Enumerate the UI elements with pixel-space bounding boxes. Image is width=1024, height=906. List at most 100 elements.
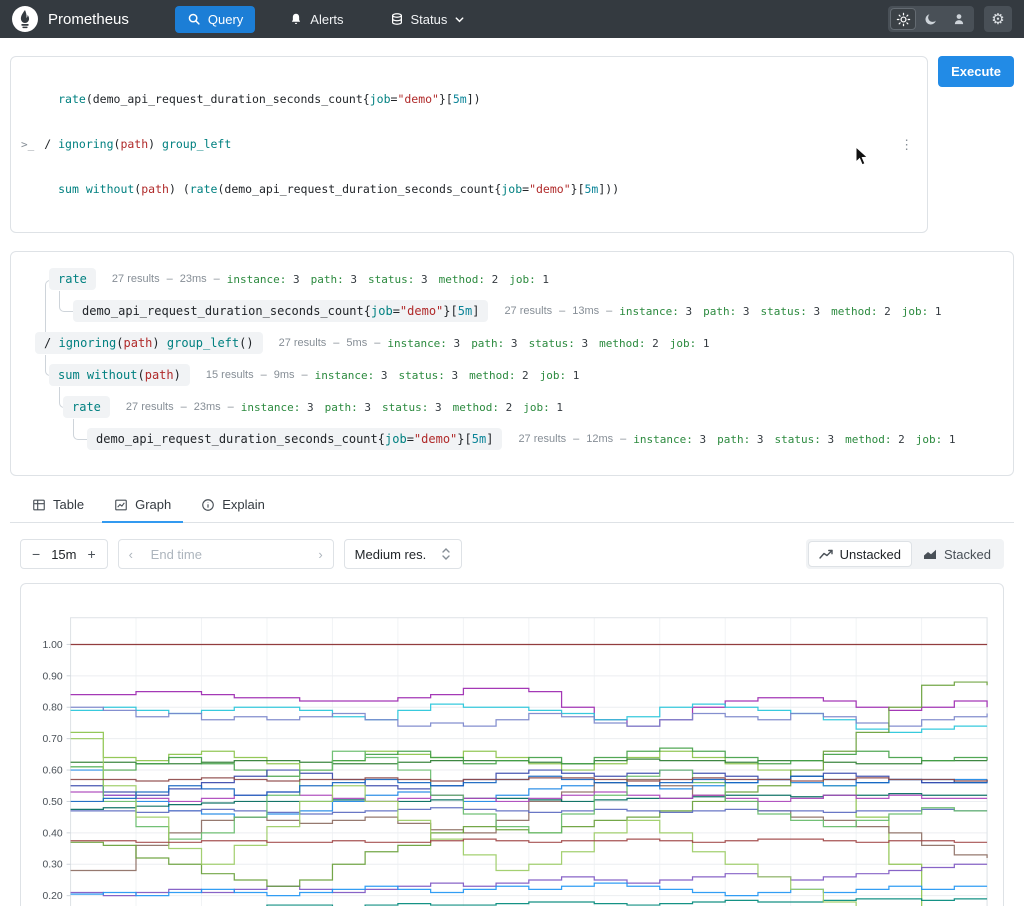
range-decrease-button[interactable]: −	[32, 546, 40, 562]
promql-expression[interactable]: rate(demo_api_request_duration_seconds_c…	[44, 62, 896, 227]
tree-node[interactable]: rate	[63, 396, 110, 418]
code-token: 5m	[452, 92, 467, 106]
label-name: method:	[845, 432, 892, 446]
tree-node[interactable]: / ignoring(path) group_left()	[35, 332, 263, 354]
code-token: {	[363, 304, 371, 318]
resolution-select[interactable]: Medium res.	[343, 539, 462, 569]
separator: –	[559, 305, 566, 317]
code-token: job	[369, 92, 391, 106]
code-token: demo_api_request_duration_seconds_count	[96, 432, 378, 446]
label-name: status:	[760, 304, 807, 318]
result-count: 27 results	[125, 401, 174, 413]
graph-icon	[114, 498, 128, 512]
database-icon	[390, 12, 404, 26]
separator: –	[573, 433, 580, 445]
code-token: {	[377, 432, 385, 446]
code-token: rate	[58, 92, 86, 106]
nav-item-status[interactable]: Status	[378, 6, 478, 33]
label-count: 3	[446, 336, 461, 350]
separator: –	[213, 273, 220, 285]
tree-node[interactable]: demo_api_request_duration_seconds_count{…	[87, 428, 503, 450]
stacked-button[interactable]: Stacked	[912, 541, 1002, 567]
user-icon	[952, 12, 966, 26]
info-icon	[201, 498, 215, 512]
label-cardinality: method: 2	[439, 273, 499, 286]
end-time-input[interactable]	[150, 546, 301, 562]
label-count: 1	[942, 432, 956, 446]
stacking-label: Unstacked	[839, 546, 902, 562]
code-token: path	[120, 137, 149, 151]
top-navbar: Prometheus Query Alerts Status ⚙	[0, 0, 1024, 38]
label-cardinality: instance: 3	[227, 273, 300, 286]
label-count: 3	[428, 400, 442, 414]
separator: –	[301, 369, 308, 381]
theme-light-button[interactable]	[890, 8, 916, 30]
range-increase-button[interactable]: +	[87, 546, 95, 562]
code-token: (	[116, 336, 124, 350]
code-token: 5m	[471, 432, 487, 446]
label-cardinality: method: 2	[469, 369, 529, 382]
tree-node-row: rate 27 results –23ms – instance: 3 path: 3st…	[49, 268, 999, 290]
code-token: path	[123, 336, 153, 350]
code-token: )	[246, 336, 254, 350]
label-count: 3	[444, 368, 459, 382]
label-cardinality: status: 3	[398, 369, 458, 382]
time-back-button[interactable]: ‹	[129, 547, 133, 562]
eval-time: 12ms	[586, 433, 614, 445]
theme-dark-button[interactable]	[918, 8, 944, 30]
label-name: job:	[915, 432, 943, 446]
code-token: 5m	[457, 304, 473, 318]
label-name: instance:	[226, 272, 287, 286]
label-name: instance:	[314, 368, 375, 382]
theme-auto-button[interactable]	[946, 8, 972, 30]
tab-explain[interactable]: Explain	[189, 488, 277, 523]
code-token: "demo"	[399, 304, 444, 318]
query-input[interactable]: >_ rate(demo_api_request_duration_second…	[10, 56, 929, 233]
label-name: job:	[509, 272, 536, 286]
tree-node[interactable]: demo_api_request_duration_seconds_count{…	[73, 300, 489, 322]
code-token: 5m	[584, 182, 599, 196]
gear-icon: ⚙	[991, 11, 1005, 28]
label-cardinality: path: 3	[471, 337, 517, 350]
label-cardinality: path: 3	[703, 305, 749, 318]
node-stats: 15 results –9ms – instance: 3 status: 3 metho…	[206, 369, 584, 382]
label-cardinality: method: 2	[845, 433, 905, 446]
label-count: 2	[891, 432, 905, 446]
nav-item-label: Query	[207, 11, 244, 27]
label-cardinality: job: 1	[540, 369, 580, 382]
execute-button[interactable]: Execute	[938, 56, 1014, 87]
settings-button[interactable]: ⚙	[984, 6, 1012, 32]
theme-toggle	[888, 6, 974, 32]
query-options-menu[interactable]: ⋮	[896, 137, 917, 153]
graph-canvas[interactable]: 1.000.900.800.700.600.500.400.300.200.10…	[29, 592, 995, 906]
tab-table[interactable]: Table	[20, 488, 96, 523]
query-tree-panel: rate 27 results –23ms – instance: 3 path: 3st…	[10, 251, 1014, 476]
tab-graph[interactable]: Graph	[102, 488, 184, 523]
code-token: demo_api_request_duration_seconds_count	[82, 304, 364, 318]
stacking-label: Stacked	[944, 546, 991, 562]
code-token: demo_api_request_duration_seconds_count	[92, 92, 363, 106]
brand[interactable]: Prometheus	[12, 6, 129, 32]
code-token: group_left	[166, 336, 240, 350]
label-cardinality: status: 3	[382, 401, 442, 414]
time-forward-button[interactable]: ›	[318, 547, 322, 562]
nav-item-alerts[interactable]: Alerts	[277, 6, 355, 33]
table-icon	[32, 498, 46, 512]
tree-node-row: sum without(path) 15 results –9ms – instance…	[49, 364, 999, 386]
code-token: group_left	[162, 137, 232, 151]
label-count: 1	[696, 336, 710, 350]
moon-icon	[924, 12, 938, 26]
nav-item-query[interactable]: Query	[174, 5, 256, 33]
separator: –	[260, 369, 267, 381]
unstacked-button[interactable]: Unstacked	[807, 541, 913, 567]
separator: –	[606, 305, 613, 317]
tree-node[interactable]: sum without(path)	[49, 364, 190, 386]
label-name: instance:	[619, 304, 679, 318]
tree-node[interactable]: rate	[49, 268, 96, 290]
label-count: 2	[645, 336, 659, 350]
eval-time: 23ms	[179, 273, 207, 285]
label-count: 1	[566, 368, 580, 382]
code-token: )	[473, 92, 481, 106]
range-value[interactable]: 15m	[51, 547, 76, 562]
